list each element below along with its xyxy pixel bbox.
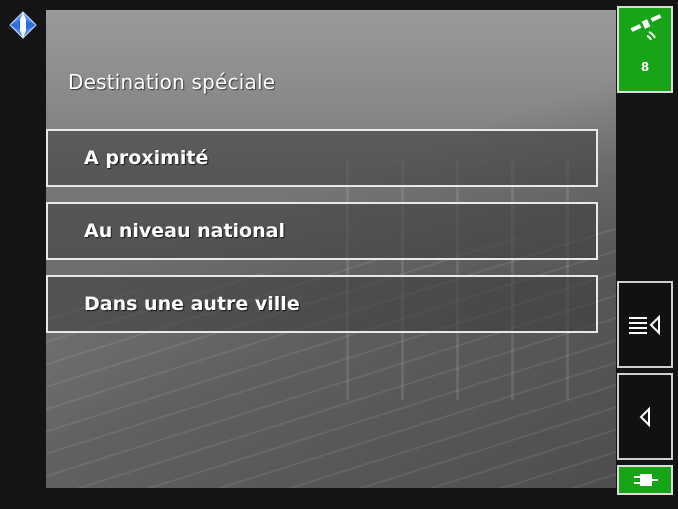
gps-satellite-count: 8 bbox=[640, 60, 650, 74]
screen-frame: Destination spéciale A proximité Au nive… bbox=[0, 0, 678, 509]
left-strip bbox=[0, 0, 46, 509]
menu-item-nearby[interactable]: A proximité bbox=[46, 129, 598, 187]
bottom-strip bbox=[0, 488, 678, 509]
list-back-button[interactable] bbox=[617, 281, 673, 368]
page-title: Destination spéciale bbox=[68, 70, 276, 94]
gps-status-tile[interactable]: 8 bbox=[617, 6, 673, 93]
back-button[interactable] bbox=[617, 373, 673, 460]
back-triangle-icon bbox=[639, 406, 650, 427]
menu-item-other-city[interactable]: Dans une autre ville bbox=[46, 275, 598, 333]
compass-arrows-icon[interactable] bbox=[8, 10, 38, 40]
menu-item-label: A proximité bbox=[84, 147, 209, 169]
list-back-icon bbox=[629, 314, 660, 335]
power-status-tile[interactable] bbox=[617, 465, 673, 495]
menu-item-label: Dans une autre ville bbox=[84, 293, 300, 315]
menu-item-label: Au niveau national bbox=[84, 220, 285, 242]
satellite-icon bbox=[630, 14, 662, 41]
plug-icon bbox=[634, 474, 658, 486]
menu-item-national[interactable]: Au niveau national bbox=[46, 202, 598, 260]
